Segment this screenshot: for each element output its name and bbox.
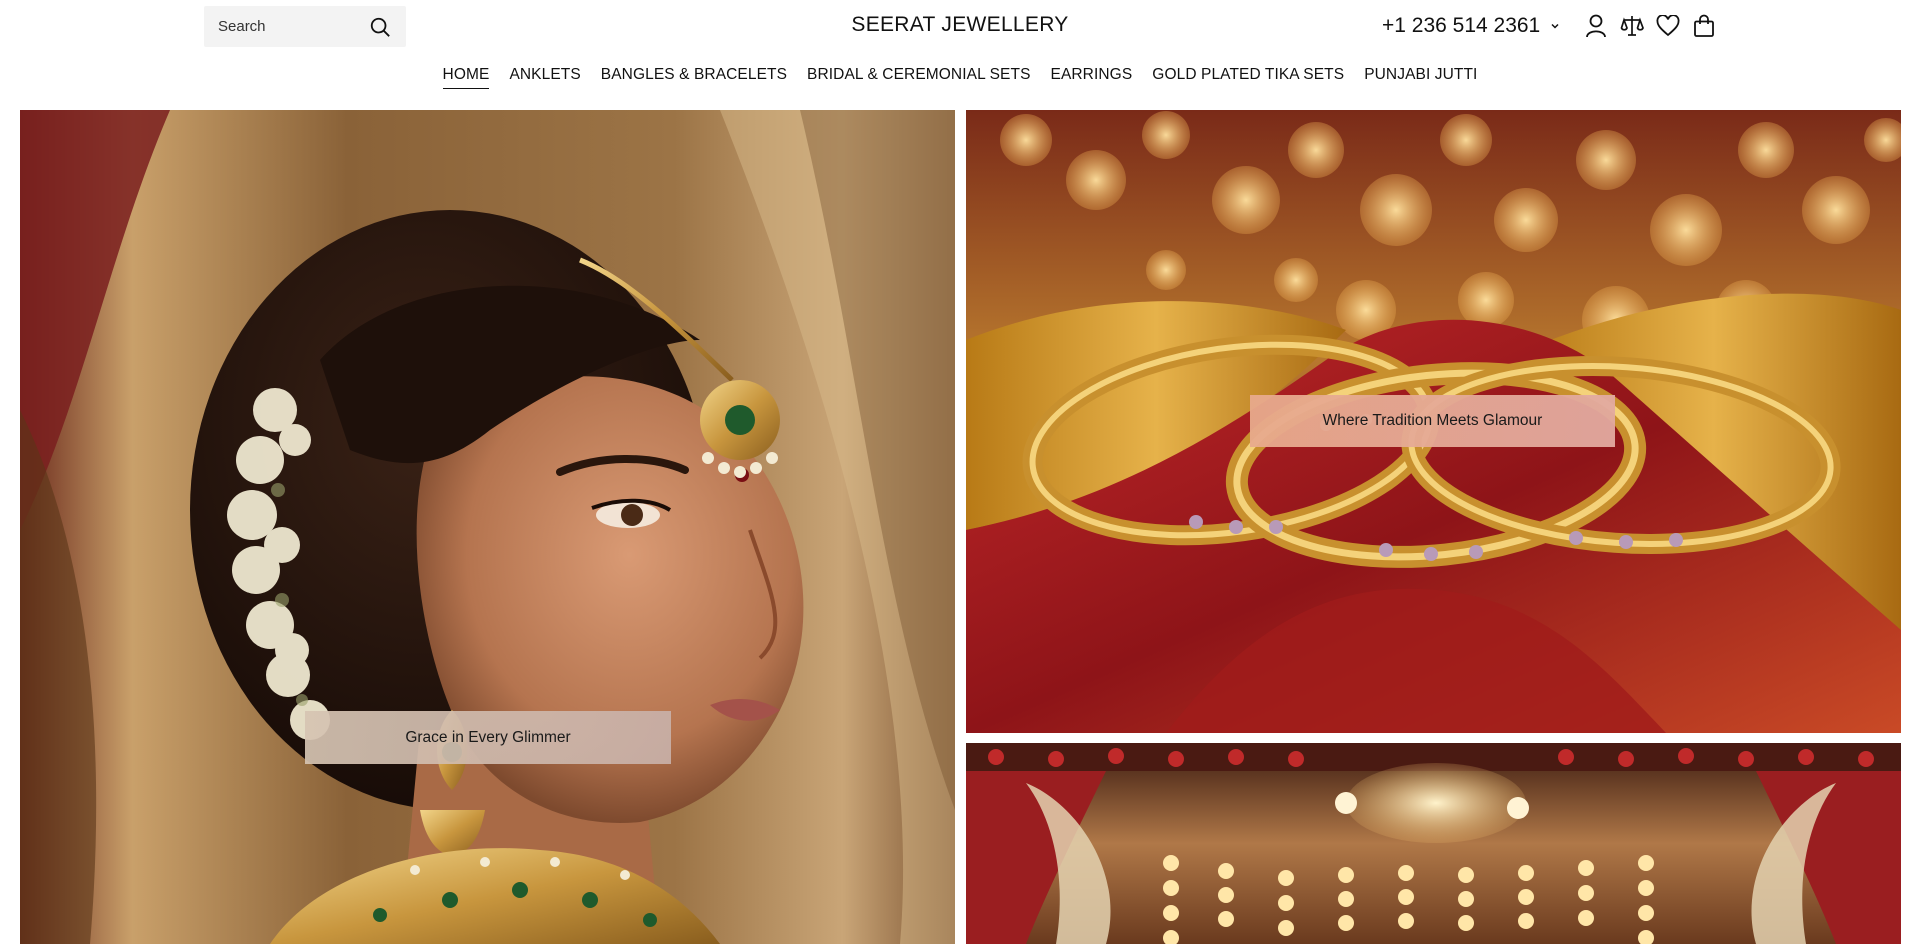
nav-item-gold-plated-tika-sets[interactable]: GOLD PLATED TIKA SETS xyxy=(1152,66,1344,89)
header-actions xyxy=(1584,13,1716,39)
user-icon[interactable] xyxy=(1584,13,1608,39)
search-icon[interactable] xyxy=(368,15,392,39)
bride-illustration xyxy=(20,110,955,944)
hero-image-wedding-stage[interactable] xyxy=(966,743,1901,944)
bag-icon[interactable] xyxy=(1692,13,1716,39)
main-nav: HOME ANKLETS BANGLES & BRACELETS BRIDAL … xyxy=(0,66,1920,89)
phone-selector[interactable]: +1 236 514 2361 xyxy=(1382,12,1560,40)
hero-caption-left[interactable]: Grace in Every Glimmer xyxy=(305,711,671,764)
site-logo[interactable]: SEERAT JEWELLERY xyxy=(851,13,1068,36)
phone-number: +1 236 514 2361 xyxy=(1382,14,1541,37)
search-input[interactable]: Search xyxy=(204,6,406,47)
heart-icon[interactable] xyxy=(1656,13,1680,39)
nav-item-home[interactable]: HOME xyxy=(442,66,490,89)
nav-item-bangles-bracelets[interactable]: BANGLES & BRACELETS xyxy=(601,66,787,89)
wedding-stage-illustration xyxy=(966,743,1901,944)
nav-item-earrings[interactable]: EARRINGS xyxy=(1051,66,1133,89)
hero-image-bride[interactable] xyxy=(20,110,955,944)
compare-icon[interactable] xyxy=(1620,13,1644,39)
search-placeholder: Search xyxy=(218,18,266,35)
nav-item-anklets[interactable]: ANKLETS xyxy=(509,66,580,89)
hero-caption-right[interactable]: Where Tradition Meets Glamour xyxy=(1250,395,1615,447)
nav-item-punjabi-jutti[interactable]: PUNJABI JUTTI xyxy=(1364,66,1477,89)
site-header: Search SEERAT JEWELLERY +1 236 514 2361 xyxy=(0,0,1920,52)
chevron-down-icon xyxy=(1550,21,1560,31)
nav-item-bridal-ceremonial-sets[interactable]: BRIDAL & CEREMONIAL SETS xyxy=(807,66,1030,89)
